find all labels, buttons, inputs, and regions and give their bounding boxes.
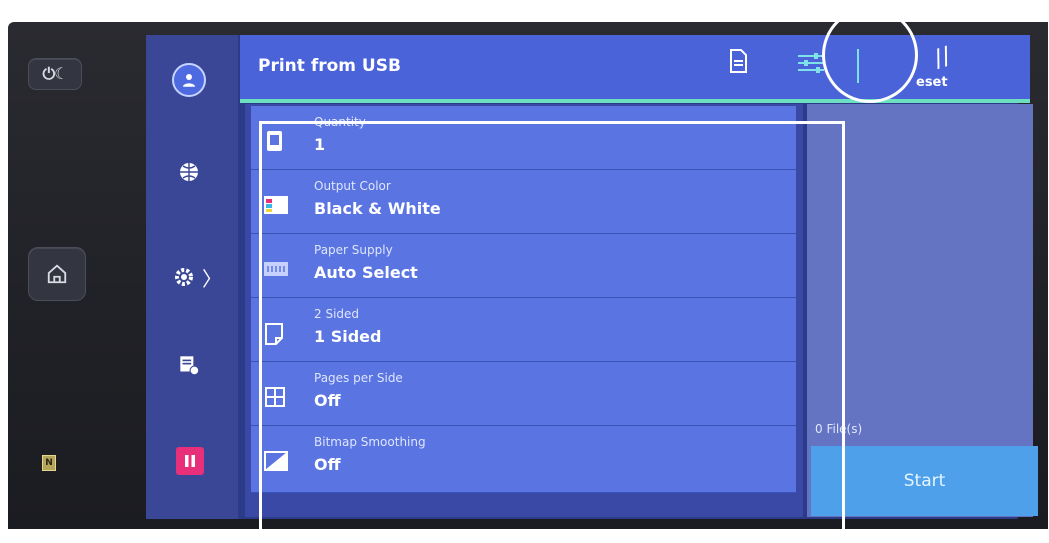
setting-value: Black & White <box>314 199 441 218</box>
gear-icon[interactable]: 〉 <box>172 260 232 294</box>
reset-button[interactable]: eset <box>916 75 948 90</box>
pause-button[interactable] <box>176 447 204 475</box>
right-panel: 0 File(s) Start <box>807 104 1038 517</box>
setting-row-2-sided[interactable]: 2 Sided 1 Sided <box>251 298 796 362</box>
header-divider <box>857 49 859 83</box>
printer-info-icon[interactable] <box>172 348 206 382</box>
setting-row-quantity[interactable]: Quantity 1 <box>251 106 796 170</box>
user-icon[interactable] <box>172 63 206 97</box>
home-icon <box>47 264 67 284</box>
printer-panel-frame: ⏻☾ N 〉 Print from USB // eset Quantity 1… <box>8 22 1048 529</box>
setting-row-paper-supply[interactable]: Paper Supply Auto Select <box>251 234 796 298</box>
home-button[interactable] <box>28 247 86 301</box>
setting-value: 1 <box>314 135 326 154</box>
sliders-icon[interactable] <box>796 51 826 79</box>
smoothing-icon <box>264 450 288 472</box>
paper-tray-icon <box>264 258 288 280</box>
setting-row-pages-per-side[interactable]: Pages per Side Off <box>251 362 796 426</box>
setting-label: 2 Sided <box>314 307 360 321</box>
sidebar: 〉 <box>146 35 238 519</box>
document-icon[interactable] <box>728 49 748 77</box>
setting-row-bitmap-smoothing[interactable]: Bitmap Smoothing Off <box>251 426 796 493</box>
app-header: Print from USB // eset <box>240 35 1030 103</box>
setting-row-output-color[interactable]: Output Color Black & White <box>251 170 796 234</box>
copy-icon <box>264 130 286 152</box>
setting-value: Off <box>314 391 341 410</box>
globe-icon[interactable] <box>172 155 206 189</box>
setting-label: Pages per Side <box>314 371 403 385</box>
chevron-right-icon: 〉 <box>202 266 222 291</box>
setting-label: Paper Supply <box>314 243 393 257</box>
reset-icon: // <box>930 41 955 73</box>
page-icon <box>264 322 286 345</box>
setting-value: Off <box>314 455 341 474</box>
power-sleep-icon: ⏻☾ <box>42 64 69 83</box>
start-button[interactable]: Start <box>811 446 1038 516</box>
setting-label: Output Color <box>314 179 391 193</box>
setting-label: Quantity <box>314 115 366 129</box>
setting-label: Bitmap Smoothing <box>314 435 426 449</box>
setting-value: 1 Sided <box>314 327 382 346</box>
page-title: Print from USB <box>258 56 401 76</box>
power-sleep-button[interactable]: ⏻☾ <box>28 58 82 90</box>
pause-icon <box>185 455 195 467</box>
setting-value: Auto Select <box>314 263 418 282</box>
file-count: 0 File(s) <box>815 422 863 436</box>
nfc-icon: N <box>42 455 56 471</box>
settings-list: Quantity 1 Output Color Black & White Pa… <box>245 104 803 517</box>
grid-icon <box>264 386 286 408</box>
color-icon <box>264 194 288 216</box>
